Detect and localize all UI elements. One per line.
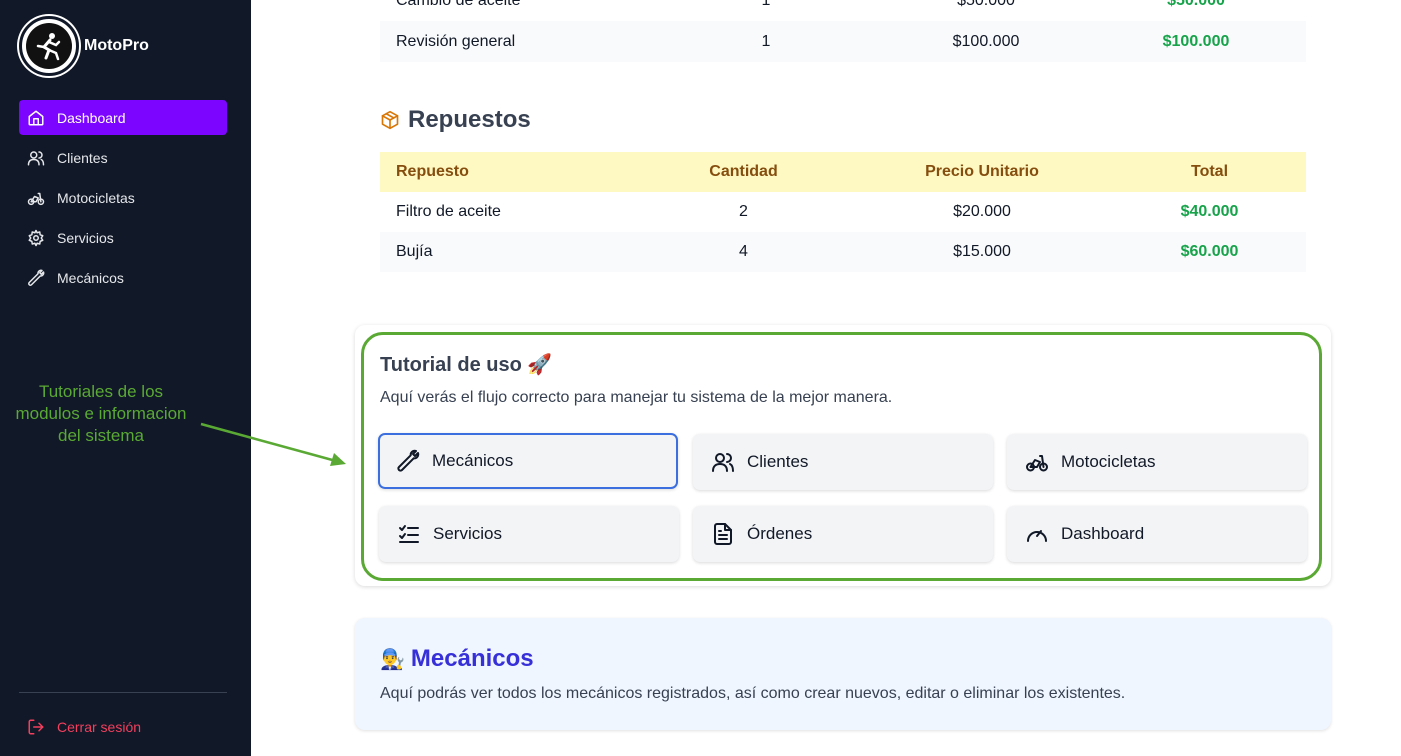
sidebar-item-mecanicos[interactable]: Mecánicos (19, 260, 227, 295)
mecanicos-section-title: 👨‍🔧 Mecánicos (380, 645, 534, 673)
tutorial-motocicletas-button[interactable]: Motocicletas (1007, 434, 1307, 490)
sidebar: MotoPro Dashboard Clientes Motocicletas … (0, 0, 251, 756)
service-name: Revisión general (380, 21, 636, 62)
part-total: $60.000 (1113, 232, 1306, 272)
sidebar-item-motocicletas[interactable]: Motocicletas (19, 180, 227, 215)
logout-label: Cerrar sesión (57, 719, 142, 735)
document-icon (714, 523, 732, 545)
tutorial-button-label: Dashboard (1061, 524, 1145, 543)
mecanicos-info-card (355, 618, 1331, 730)
tutorial-description: Aquí verás el flujo correcto para maneja… (380, 389, 893, 406)
sidebar-item-label: Mecánicos (57, 269, 124, 286)
sidebar-item-dashboard[interactable]: Dashboard (19, 100, 227, 135)
table-row: Cambio de aceite 1 $50.000 $50.000 (380, 0, 1306, 21)
gauge-icon (1027, 530, 1047, 542)
annotation-line: Tutoriales de los (38, 382, 164, 401)
users-icon (712, 453, 734, 472)
part-price: $15.000 (851, 232, 1113, 272)
part-total: $40.000 (1180, 203, 1239, 220)
tutorial-button-label: Motocicletas (1061, 452, 1156, 471)
column-header: Precio Unitario (851, 152, 1113, 192)
part-name: Bujía (380, 232, 636, 272)
part-price: $20.000 (953, 203, 1011, 220)
brand-logo (19, 16, 79, 76)
annotation-line: del sistema (58, 426, 144, 445)
table-row: Filtro de aceite 2 $20.000 $40.000 (380, 192, 1306, 232)
bike-icon (27, 192, 45, 205)
runner-logo-icon (36, 33, 61, 61)
service-total: $100.000 (1086, 21, 1306, 62)
table-header-row: Repuesto Cantidad Precio Unitario Total (380, 152, 1306, 192)
tutorial-servicios-button[interactable]: Servicios (379, 506, 679, 562)
logout-button[interactable]: Cerrar sesión (27, 718, 141, 736)
gear-icon (28, 229, 44, 246)
sidebar-item-servicios[interactable]: Servicios (19, 220, 227, 255)
mecanicos-description: Aquí podrás ver todos los mecánicos regi… (380, 685, 1126, 702)
wrench-icon (28, 269, 45, 286)
sidebar-item-label: Motocicletas (57, 189, 135, 206)
annotation-text: Tutoriales de los modulos e informacion … (8, 381, 194, 447)
sidebar-nav: Dashboard Clientes Motocicletas Servicio… (19, 100, 227, 300)
service-name: Cambio de aceite (396, 0, 521, 9)
tutorial-ordenes-button[interactable]: Órdenes (693, 506, 993, 562)
service-qty: 1 (636, 21, 886, 62)
annotation-line: modulos e informacion (15, 404, 187, 423)
service-total: $50.000 (1167, 0, 1225, 9)
services-table: Cambio de aceite 1 $50.000 $50.000 Revis… (380, 0, 1306, 62)
service-price: $50.000 (957, 0, 1015, 9)
parts-title: Repuestos (408, 106, 531, 133)
tutorial-button-label: Mecánicos (432, 451, 514, 470)
sidebar-item-label: Clientes (57, 149, 108, 166)
tutorial-clientes-button[interactable]: Clientes (693, 434, 993, 490)
checklist-icon (399, 525, 419, 543)
sidebar-item-label: Dashboard (57, 109, 126, 126)
brand-name: MotoPro (84, 37, 149, 54)
tutorial-button-label: Servicios (433, 524, 502, 543)
part-qty: 4 (636, 232, 851, 272)
tutorial-dashboard-button[interactable]: Dashboard (1007, 506, 1307, 562)
sidebar-divider (19, 692, 227, 693)
part-name: Filtro de aceite (396, 203, 501, 220)
parts-section-title: Repuestos (380, 106, 531, 134)
part-qty: 2 (739, 203, 748, 220)
mecanicos-title-text: Mecánicos (410, 645, 534, 672)
service-qty: 1 (761, 0, 771, 9)
logout-icon (28, 719, 44, 735)
tutorial-button-label: Órdenes (747, 524, 813, 543)
mechanic-icon: 👨‍🔧 (380, 648, 405, 671)
parts-table: Repuesto Cantidad Precio Unitario Total … (380, 152, 1306, 272)
table-row: Bujía 4 $15.000 $60.000 (380, 232, 1306, 272)
sidebar-item-label: Servicios (57, 229, 114, 246)
bike-icon (1026, 455, 1048, 472)
tutorial-button-label: Clientes (747, 452, 809, 471)
service-price: $100.000 (886, 21, 1086, 62)
sidebar-item-clientes[interactable]: Clientes (19, 140, 227, 175)
column-header: Cantidad (636, 152, 851, 192)
tutorial-title: Tutorial de uso 🚀 (380, 354, 553, 376)
brand[interactable]: MotoPro (19, 16, 149, 76)
column-header: Total (1113, 152, 1306, 192)
home-icon (28, 110, 44, 125)
package-icon (381, 110, 399, 130)
users-icon (27, 150, 45, 165)
column-header: Repuesto (380, 152, 636, 192)
tutorial-mecanicos-button[interactable]: Mecánicos (378, 433, 678, 489)
table-row: Revisión general 1 $100.000 $100.000 (380, 21, 1306, 62)
wrench-icon (397, 449, 420, 472)
